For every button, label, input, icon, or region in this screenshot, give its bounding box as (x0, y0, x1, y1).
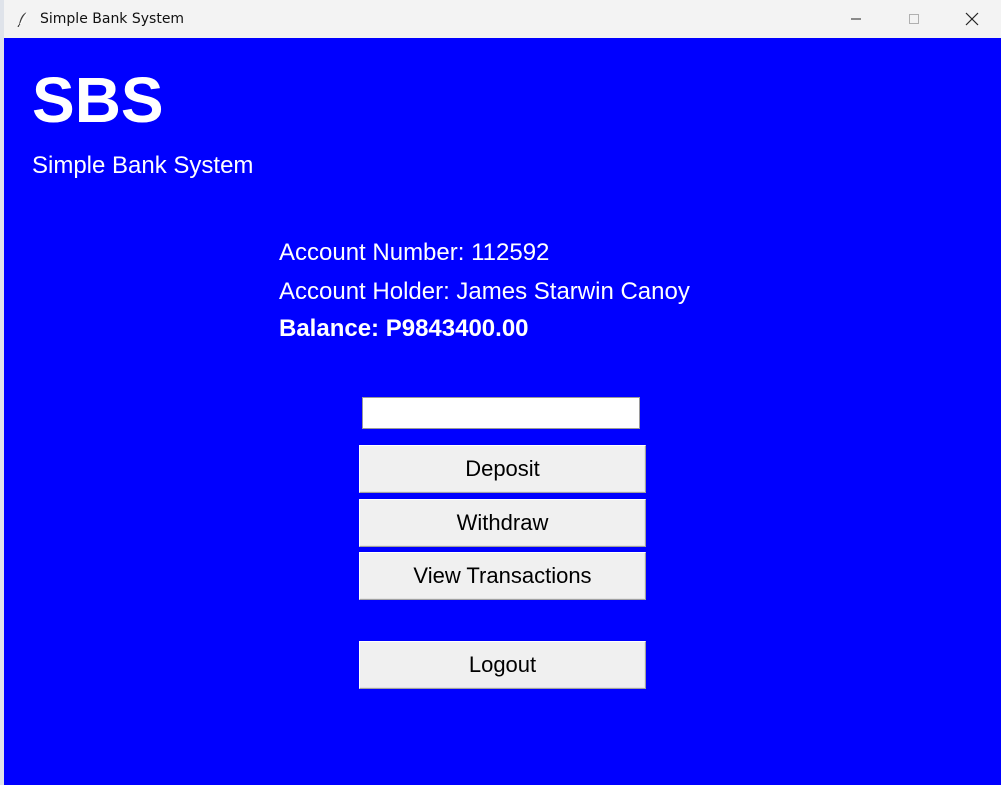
withdraw-button[interactable]: Withdraw (359, 499, 646, 547)
account-holder-label: Account Holder: James Starwin Canoy (279, 278, 690, 305)
main-content: SBS Simple Bank System Account Number: 1… (4, 38, 1001, 785)
view-transactions-button[interactable]: View Transactions (359, 552, 646, 600)
minimize-icon (851, 18, 861, 20)
balance-label: Balance: P9843400.00 (279, 315, 529, 342)
amount-input[interactable] (362, 397, 640, 429)
logout-button[interactable]: Logout (359, 641, 646, 689)
maximize-icon (909, 14, 919, 24)
close-button[interactable] (943, 0, 1001, 38)
maximize-button[interactable] (885, 0, 943, 38)
deposit-button[interactable]: Deposit (359, 445, 646, 493)
app-window: Simple Bank System SBS Simple Bank Syste… (4, 0, 1001, 785)
close-icon (965, 12, 979, 26)
minimize-button[interactable] (827, 0, 885, 38)
account-number-label: Account Number: 112592 (279, 239, 550, 266)
feather-icon (16, 11, 30, 27)
window-controls (827, 0, 1001, 38)
app-subtitle: Simple Bank System (32, 152, 254, 179)
title-bar[interactable]: Simple Bank System (4, 0, 1001, 38)
app-logo: SBS (32, 64, 164, 136)
window-title: Simple Bank System (40, 11, 185, 27)
